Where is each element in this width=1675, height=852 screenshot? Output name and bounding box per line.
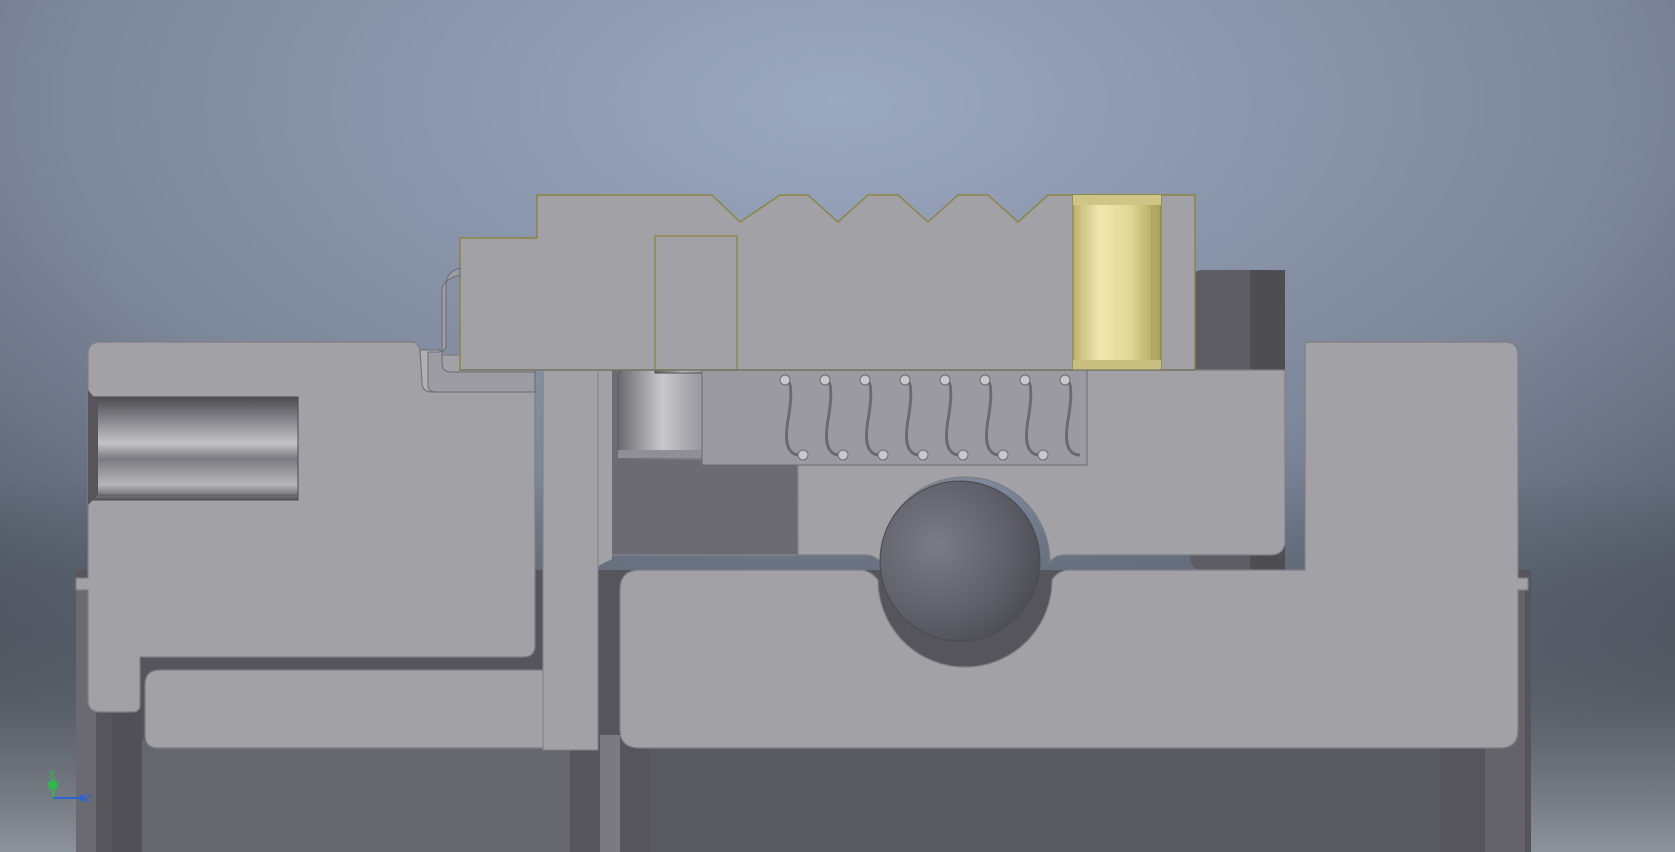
origin-marker — [48, 780, 58, 790]
brass-bushing — [1072, 194, 1162, 371]
threaded-bore — [88, 390, 299, 505]
z-axis-label: Z — [84, 792, 92, 805]
ball-bearing — [879, 480, 1041, 642]
cad-3d-viewport[interactable]: X Z — [0, 0, 1675, 852]
x-axis-label: X — [48, 768, 56, 781]
section-view-canvas[interactable]: X Z — [0, 0, 1675, 852]
